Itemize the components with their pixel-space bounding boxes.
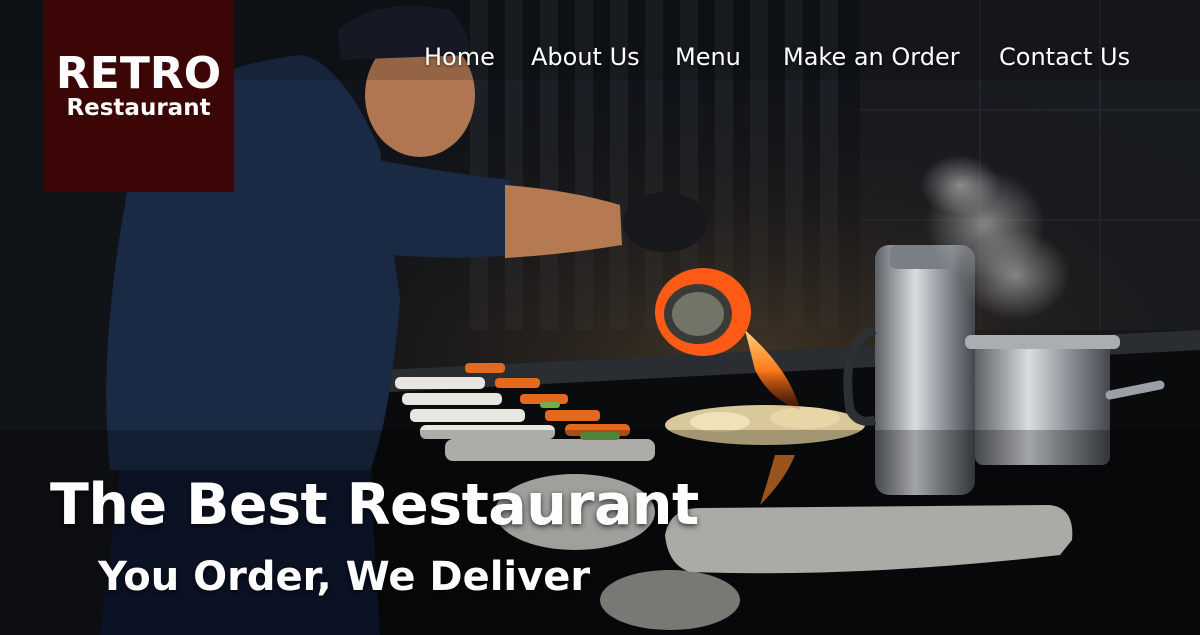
nav-link-about-us[interactable]: About Us [531, 40, 640, 74]
hero-section: RETRO Restaurant Home About Us Menu Make… [0, 0, 1200, 635]
nav-link-home[interactable]: Home [424, 40, 495, 74]
brand-logo[interactable]: RETRO Restaurant [43, 0, 234, 192]
nav-link-contact-us[interactable]: Contact Us [999, 40, 1130, 74]
nav-link-menu[interactable]: Menu [675, 40, 741, 74]
hero-tagline: You Order, We Deliver [98, 554, 591, 600]
brand-name: RETRO [55, 48, 222, 99]
hero-headline: The Best Restaurant [50, 472, 699, 538]
nav-link-make-an-order[interactable]: Make an Order [783, 40, 960, 74]
brand-subtitle: Restaurant [66, 95, 211, 121]
